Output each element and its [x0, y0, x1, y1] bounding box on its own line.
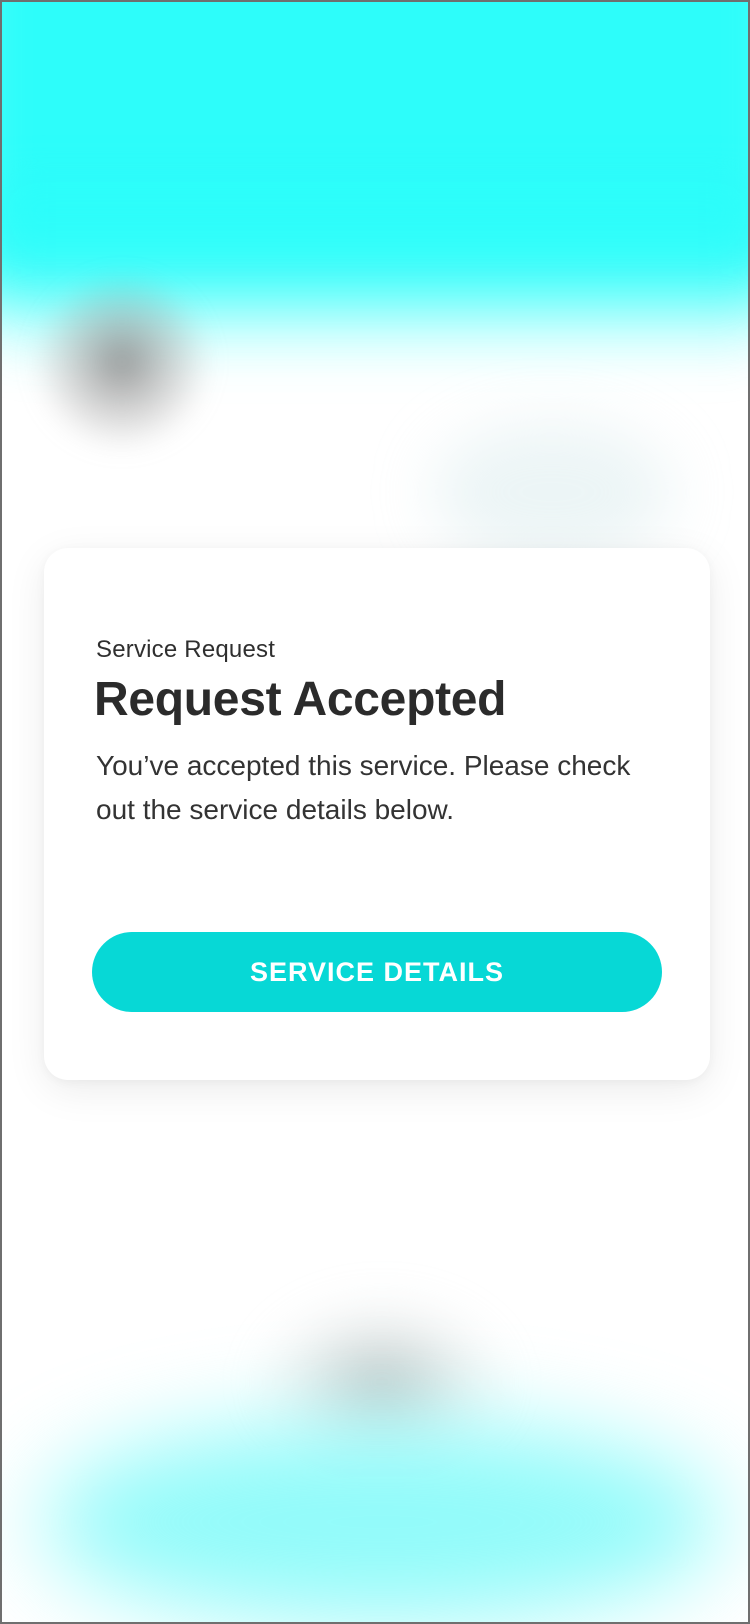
card-title: Request Accepted: [94, 673, 507, 726]
service-details-button[interactable]: SERVICE DETAILS: [92, 932, 662, 1012]
card-description: You’ve accepted this service. Please che…: [96, 750, 631, 825]
card-eyebrow: Service Request: [96, 636, 276, 663]
background-cyan-bottom: [42, 1422, 722, 1622]
app-screen: Service Request Request Accepted You’ve …: [0, 0, 750, 1624]
background-soft-spot: [432, 422, 672, 562]
request-accepted-card: Service Request Request Accepted You’ve …: [44, 548, 710, 1080]
background-blurred-avatar: [32, 272, 212, 452]
